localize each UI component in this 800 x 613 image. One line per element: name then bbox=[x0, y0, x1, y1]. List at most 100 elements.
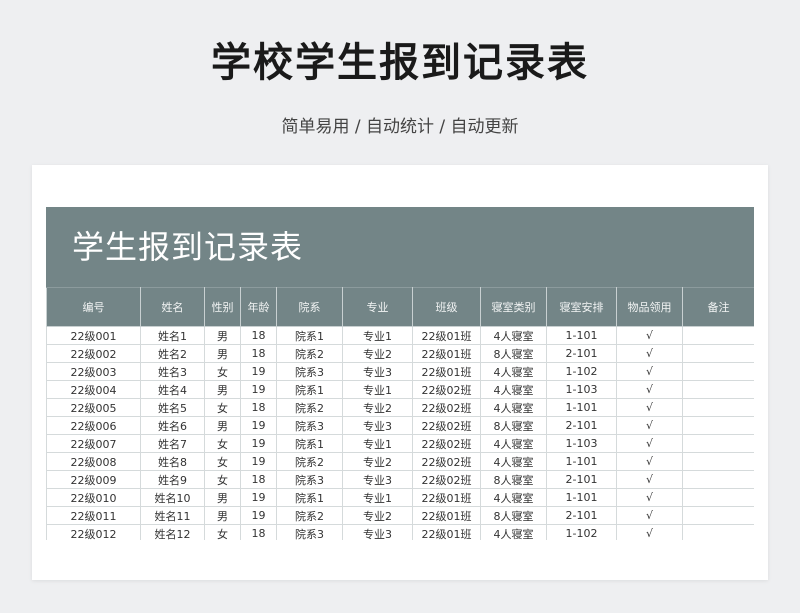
cell-dorm-type[interactable]: 4人寝室 bbox=[480, 362, 547, 381]
cell-department[interactable]: 院系3 bbox=[276, 416, 343, 435]
cell-gender[interactable]: 男 bbox=[204, 344, 241, 363]
cell-items[interactable]: √ bbox=[616, 380, 683, 399]
cell-name[interactable]: 姓名2 bbox=[140, 344, 205, 363]
cell-name[interactable]: 姓名9 bbox=[140, 470, 205, 489]
cell-id[interactable]: 22级003 bbox=[46, 362, 141, 381]
cell-name[interactable]: 姓名5 bbox=[140, 398, 205, 417]
cell-items[interactable]: √ bbox=[616, 326, 683, 345]
cell-dorm-type[interactable]: 4人寝室 bbox=[480, 398, 547, 417]
cell-class[interactable]: 22级02班 bbox=[412, 380, 481, 399]
cell-dorm-room[interactable]: 1-101 bbox=[546, 326, 617, 345]
cell-items[interactable]: √ bbox=[616, 434, 683, 453]
cell-dorm-type[interactable]: 8人寝室 bbox=[480, 344, 547, 363]
cell-age[interactable]: 18 bbox=[240, 524, 277, 540]
cell-items[interactable]: √ bbox=[616, 416, 683, 435]
cell-items[interactable]: √ bbox=[616, 398, 683, 417]
cell-notes[interactable] bbox=[682, 344, 754, 363]
cell-gender[interactable]: 男 bbox=[204, 380, 241, 399]
cell-department[interactable]: 院系2 bbox=[276, 452, 343, 471]
cell-id[interactable]: 22级010 bbox=[46, 488, 141, 507]
cell-dorm-type[interactable]: 4人寝室 bbox=[480, 326, 547, 345]
cell-dorm-room[interactable]: 1-103 bbox=[546, 434, 617, 453]
cell-age[interactable]: 18 bbox=[240, 398, 277, 417]
cell-id[interactable]: 22级005 bbox=[46, 398, 141, 417]
cell-dorm-room[interactable]: 2-101 bbox=[546, 344, 617, 363]
cell-notes[interactable] bbox=[682, 380, 754, 399]
cell-items[interactable]: √ bbox=[616, 452, 683, 471]
cell-items[interactable]: √ bbox=[616, 344, 683, 363]
cell-age[interactable]: 19 bbox=[240, 416, 277, 435]
cell-major[interactable]: 专业2 bbox=[342, 398, 413, 417]
cell-items[interactable]: √ bbox=[616, 488, 683, 507]
cell-major[interactable]: 专业3 bbox=[342, 416, 413, 435]
cell-age[interactable]: 19 bbox=[240, 506, 277, 525]
cell-dorm-room[interactable]: 1-103 bbox=[546, 380, 617, 399]
cell-gender[interactable]: 男 bbox=[204, 416, 241, 435]
cell-name[interactable]: 姓名8 bbox=[140, 452, 205, 471]
column-header-gender[interactable]: 性别 bbox=[204, 287, 241, 327]
cell-gender[interactable]: 女 bbox=[204, 452, 241, 471]
cell-department[interactable]: 院系2 bbox=[276, 398, 343, 417]
cell-class[interactable]: 22级01班 bbox=[412, 506, 481, 525]
cell-major[interactable]: 专业1 bbox=[342, 488, 413, 507]
cell-gender[interactable]: 女 bbox=[204, 470, 241, 489]
cell-department[interactable]: 院系1 bbox=[276, 326, 343, 345]
cell-dorm-room[interactable]: 2-101 bbox=[546, 506, 617, 525]
cell-age[interactable]: 19 bbox=[240, 434, 277, 453]
cell-notes[interactable] bbox=[682, 506, 754, 525]
cell-major[interactable]: 专业3 bbox=[342, 524, 413, 540]
column-header-name[interactable]: 姓名 bbox=[140, 287, 205, 327]
cell-id[interactable]: 22级008 bbox=[46, 452, 141, 471]
cell-notes[interactable] bbox=[682, 398, 754, 417]
cell-class[interactable]: 22级01班 bbox=[412, 344, 481, 363]
cell-age[interactable]: 18 bbox=[240, 470, 277, 489]
cell-dorm-type[interactable]: 4人寝室 bbox=[480, 434, 547, 453]
cell-dorm-type[interactable]: 4人寝室 bbox=[480, 452, 547, 471]
cell-class[interactable]: 22级02班 bbox=[412, 434, 481, 453]
cell-department[interactable]: 院系3 bbox=[276, 362, 343, 381]
cell-name[interactable]: 姓名10 bbox=[140, 488, 205, 507]
cell-id[interactable]: 22级011 bbox=[46, 506, 141, 525]
cell-dorm-room[interactable]: 1-101 bbox=[546, 488, 617, 507]
cell-items[interactable]: √ bbox=[616, 524, 683, 540]
cell-gender[interactable]: 男 bbox=[204, 506, 241, 525]
cell-id[interactable]: 22级002 bbox=[46, 344, 141, 363]
cell-major[interactable]: 专业3 bbox=[342, 470, 413, 489]
cell-notes[interactable] bbox=[682, 416, 754, 435]
column-header-notes[interactable]: 备注 bbox=[682, 287, 754, 327]
cell-age[interactable]: 19 bbox=[240, 488, 277, 507]
cell-dorm-type[interactable]: 8人寝室 bbox=[480, 506, 547, 525]
column-header-dorm-room[interactable]: 寝室安排 bbox=[546, 287, 617, 327]
cell-department[interactable]: 院系1 bbox=[276, 434, 343, 453]
cell-id[interactable]: 22级006 bbox=[46, 416, 141, 435]
column-header-items[interactable]: 物品领用 bbox=[616, 287, 683, 327]
cell-name[interactable]: 姓名7 bbox=[140, 434, 205, 453]
cell-name[interactable]: 姓名12 bbox=[140, 524, 205, 540]
cell-name[interactable]: 姓名4 bbox=[140, 380, 205, 399]
cell-id[interactable]: 22级007 bbox=[46, 434, 141, 453]
cell-notes[interactable] bbox=[682, 470, 754, 489]
cell-class[interactable]: 22级01班 bbox=[412, 524, 481, 540]
cell-notes[interactable] bbox=[682, 488, 754, 507]
cell-class[interactable]: 22级02班 bbox=[412, 416, 481, 435]
column-header-dorm-type[interactable]: 寝室类别 bbox=[480, 287, 547, 327]
cell-class[interactable]: 22级02班 bbox=[412, 452, 481, 471]
cell-department[interactable]: 院系1 bbox=[276, 380, 343, 399]
column-header-class[interactable]: 班级 bbox=[412, 287, 481, 327]
cell-major[interactable]: 专业2 bbox=[342, 344, 413, 363]
cell-dorm-room[interactable]: 2-101 bbox=[546, 416, 617, 435]
cell-major[interactable]: 专业2 bbox=[342, 506, 413, 525]
cell-class[interactable]: 22级02班 bbox=[412, 470, 481, 489]
cell-age[interactable]: 18 bbox=[240, 344, 277, 363]
cell-age[interactable]: 18 bbox=[240, 326, 277, 345]
cell-gender[interactable]: 男 bbox=[204, 488, 241, 507]
cell-id[interactable]: 22级009 bbox=[46, 470, 141, 489]
cell-major[interactable]: 专业1 bbox=[342, 380, 413, 399]
cell-gender[interactable]: 女 bbox=[204, 524, 241, 540]
cell-notes[interactable] bbox=[682, 326, 754, 345]
cell-items[interactable]: √ bbox=[616, 362, 683, 381]
cell-id[interactable]: 22级001 bbox=[46, 326, 141, 345]
cell-gender[interactable]: 女 bbox=[204, 434, 241, 453]
cell-dorm-type[interactable]: 4人寝室 bbox=[480, 380, 547, 399]
cell-class[interactable]: 22级02班 bbox=[412, 398, 481, 417]
